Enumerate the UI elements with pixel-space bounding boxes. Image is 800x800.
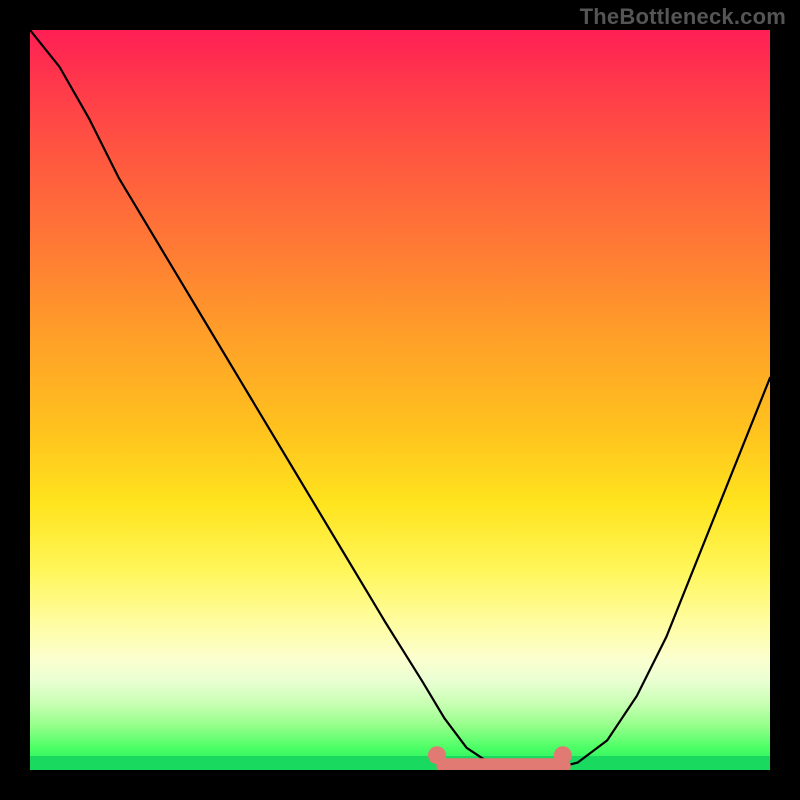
chart-frame: TheBottleneck.com: [0, 0, 800, 800]
optimal-flat-dot-right: [554, 746, 572, 764]
optimal-flat-dot-left: [428, 746, 446, 764]
attribution-text: TheBottleneck.com: [580, 4, 786, 30]
bottleneck-curve: [30, 30, 770, 770]
plot-area: [30, 30, 770, 770]
optimal-flat-region: [428, 746, 572, 766]
curve-layer: [30, 30, 770, 770]
